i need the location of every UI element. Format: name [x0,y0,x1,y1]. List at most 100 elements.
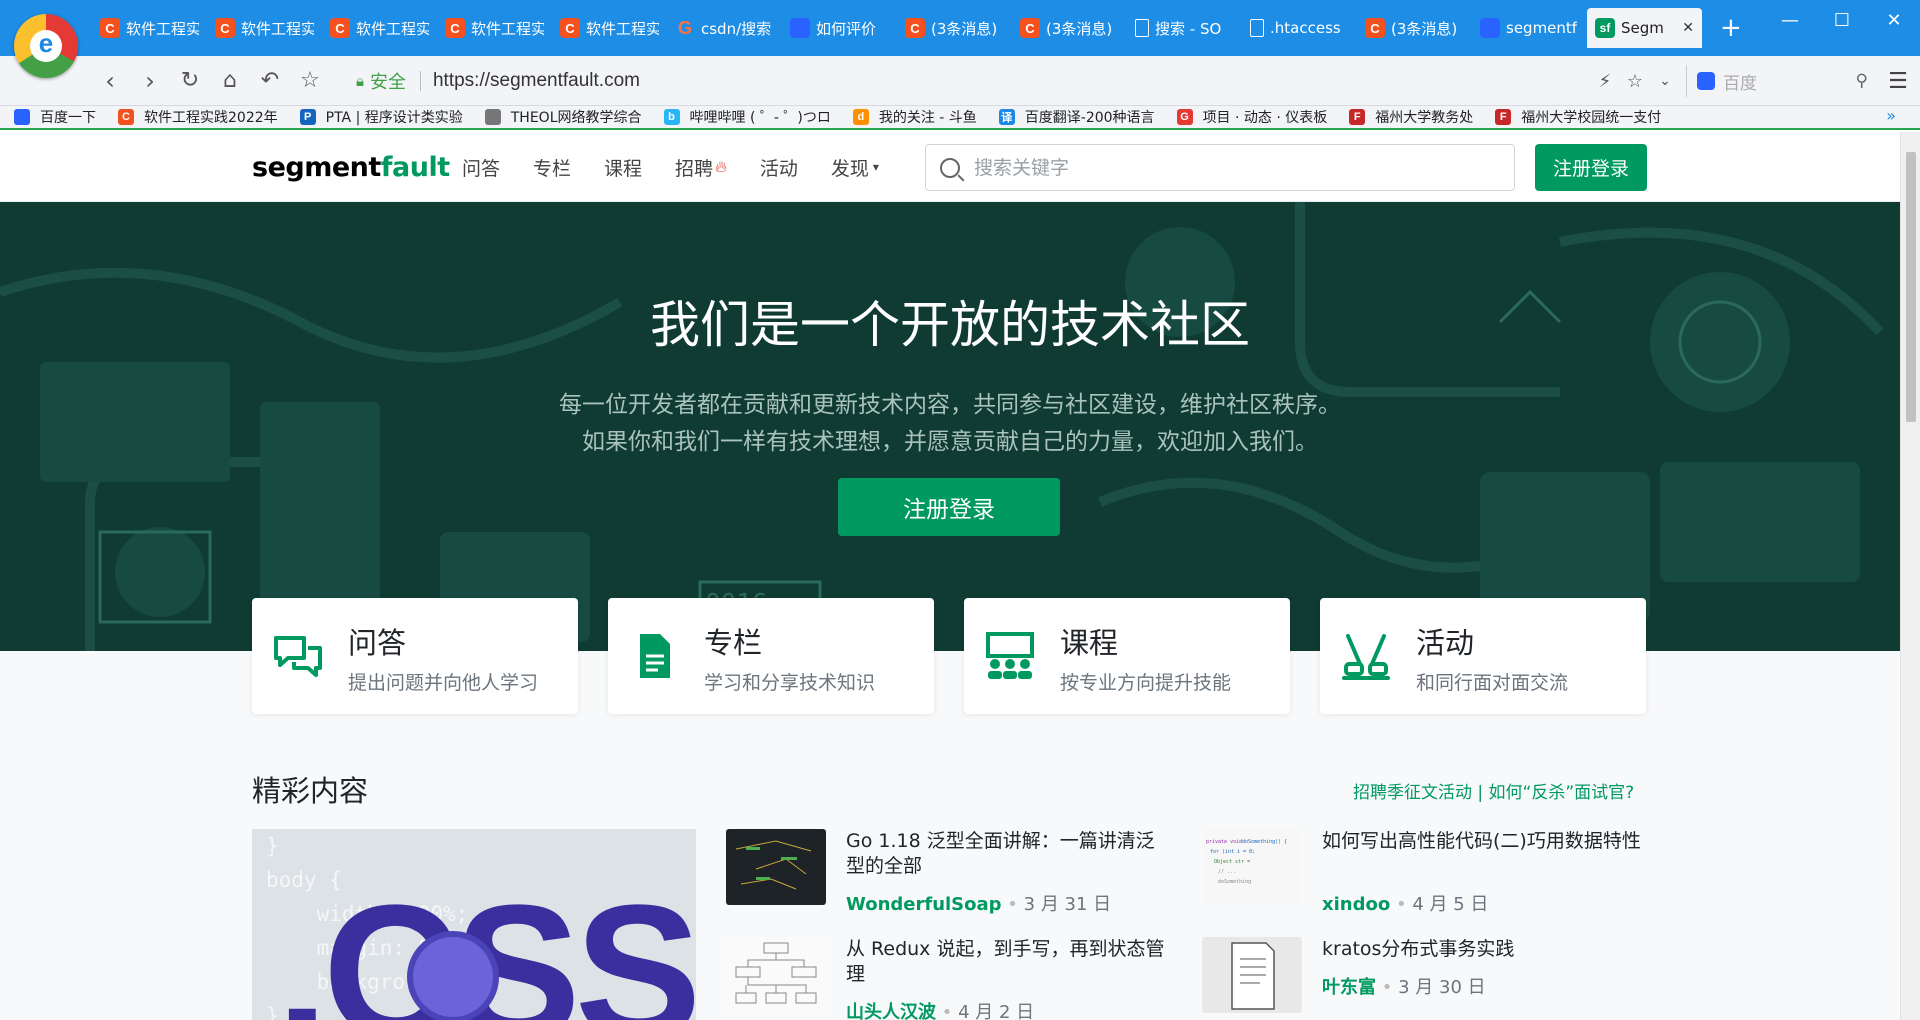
featured-image[interactable]: } body { width: 100%; margin: 0; backgro… [252,829,696,1020]
bookmark-item[interactable]: d 我的关注 - 斗鱼 [852,107,977,127]
bookmark-label: 软件工程实践2022年 [144,110,278,126]
nav-questions[interactable]: 问答 [462,154,500,181]
browser-tab-active[interactable]: sf Segm ✕ [1587,8,1702,48]
svg-text:doSomething() {: doSomething() { [1242,839,1287,845]
bookmark-item[interactable]: G 项目 · 动态 · 仪表板 [1176,107,1327,127]
card-courses[interactable]: 课程 按专业方向提升技能 [964,598,1290,714]
nav-courses[interactable]: 课程 [604,154,642,181]
nav-events[interactable]: 活动 [760,154,798,181]
browser-tab[interactable]: C 软件工程实 [92,8,207,48]
section-title: 精彩内容 [252,774,369,808]
browser-tab[interactable]: C 软件工程实 [552,8,667,48]
hero-register-button[interactable]: 注册登录 [838,478,1060,536]
bookmark-item[interactable]: THEOL网络教学综合 [484,107,642,127]
bookmarks-more-icon[interactable]: » [1886,106,1896,125]
browser-tab[interactable]: C (3条消息) [1012,8,1127,48]
browser-tab[interactable]: C 软件工程实 [322,8,437,48]
bookmark-item[interactable]: b 哔哩哔哩 ( ゜- ゜)つロ [663,107,831,127]
article-title[interactable]: Go 1.18 泛型全面讲解：一篇讲清泛型的全部 [846,829,1171,879]
meta-separator: • [1381,977,1393,998]
scrollbar-thumb[interactable] [1906,152,1916,422]
article-author[interactable]: 山头人汉波 [846,1002,936,1020]
browser-tab[interactable]: Gcsdn/搜索 [667,8,782,48]
article-card[interactable]: Go 1.18 泛型全面讲解：一篇讲清泛型的全部 WonderfulSoap •… [726,829,1176,915]
tab-favicon-icon: C [330,18,350,38]
browser-tab[interactable]: C (3条消息) [897,8,1012,48]
article-card[interactable]: private void doSomething() { for (int i =… [1202,829,1652,915]
card-title: 专栏 [704,626,763,660]
article-title[interactable]: 如何写出高性能代码(二)巧用数据特性 [1322,829,1647,854]
site-logo[interactable]: segmentfault [252,152,450,183]
bookmark-F-icon: F [1349,109,1366,125]
browser-search-input[interactable]: 百度 ⚲ [1686,65,1876,97]
menu-icon[interactable]: ☰ [1876,69,1920,94]
star-icon[interactable]: ☆ [290,61,330,101]
site-search[interactable] [925,144,1515,191]
promo-link[interactable]: 招聘季征文活动 | 如何“反杀”面试官? [1353,778,1634,803]
meta-separator: • [1007,894,1018,915]
close-window-icon[interactable]: ✕ [1868,0,1920,40]
card-columns[interactable]: 专栏 学习和分享技术知识 [608,598,934,714]
site-search-input[interactable] [974,156,1494,179]
article-author[interactable]: 叶东富 [1322,977,1376,998]
forward-icon[interactable]: › [130,61,170,101]
url-divider [419,71,421,91]
nav-discover[interactable]: 发现 ▾ [831,154,879,181]
article-card[interactable]: kratos分布式事务实践 叶东富 • 3 月 30 日 [1202,937,1652,1020]
browser-tab[interactable]: segmentf [1472,8,1587,48]
bookmark-C-icon: C [118,109,134,125]
browser-tab[interactable]: 搜索 - SO [1127,8,1242,48]
tab-title: 软件工程实 [126,19,199,38]
lightning-icon[interactable]: ⚡︎ [1590,71,1620,92]
bookmark-item[interactable]: 译百度翻译-200种语言 [998,107,1155,127]
card-events[interactable]: 活动 和同行面对面交流 [1320,598,1646,714]
bookmark-P-icon: P [299,109,316,125]
reload-icon[interactable]: ↻ [170,61,210,101]
back-icon[interactable]: ‹ [90,61,130,101]
browser-tab[interactable]: C 软件工程实 [207,8,322,48]
cheers-icon [1342,634,1390,680]
nav-jobs[interactable]: 招聘 🔥︎ [675,154,727,181]
home-icon[interactable]: ⌂ [210,61,250,101]
bookmark-item[interactable]: 百度一下 [14,107,96,127]
browser-tab[interactable]: C (3条消息) [1357,8,1472,48]
tab-close-icon[interactable]: ✕ [1682,20,1694,36]
chevron-down-icon[interactable]: ⌄ [1650,73,1680,89]
tab-favicon-icon: C [1020,18,1040,38]
undo-icon[interactable]: ↶ [250,61,290,101]
browser-tab[interactable]: .htaccess [1242,8,1357,48]
register-login-button[interactable]: 注册登录 [1535,144,1647,191]
tab-title: 软件工程实 [586,19,659,38]
new-tab-icon[interactable]: + [1720,8,1742,56]
bookmark-item[interactable]: P PTA | 程序设计类实验 [299,107,463,127]
tab-title: 如何评价 [816,19,877,38]
bookmark-item[interactable]: F 福州大学教务处 [1349,107,1473,127]
browser-tab[interactable]: 如何评价 [782,8,897,48]
bookmark-label: 哔哩哔哩 ( ゜- ゜)つロ [689,110,831,126]
url-text[interactable]: https://segmentfault.com [433,70,640,92]
bookmark-item[interactable]: C 软件工程实践2022年 [118,107,278,127]
article-author[interactable]: xindoo [1322,894,1390,915]
article-title[interactable]: 从 Redux 说起，到手写，再到状态管理 [846,937,1171,987]
chat-bubbles-icon [274,636,322,677]
hero-title: 我们是一个开放的技术社区 [650,296,1250,354]
card-questions[interactable]: 问答 提出问题并向他人学习 [252,598,578,714]
article-author[interactable]: WonderfulSoap [846,894,1002,915]
page-scrollbar[interactable] [1900,132,1920,1020]
article-title[interactable]: kratos分布式事务实践 [1322,937,1647,962]
tab-title: (3条消息) [931,19,998,38]
maximize-icon[interactable]: ☐ [1816,0,1868,40]
favorite-star-icon[interactable]: ☆ [1620,71,1650,92]
bookmark-译-icon: 译 [998,109,1015,125]
bookmark-b-icon: b [663,109,680,125]
tab-strip: C 软件工程实 C 软件工程实 C 软件工程实 C 软件工程实 C 软件工程实 Gcsdn/搜索 如何… [92,8,1742,56]
search-icon[interactable]: ⚲ [1856,71,1868,91]
bookmark-item[interactable]: F 福州大学校园统一支付 [1495,107,1661,127]
article-card[interactable]: 从 Redux 说起，到手写，再到状态管理 山头人汉波 • 4 月 2 日 [726,937,1176,1020]
tab-favicon-icon: sf [1595,18,1615,38]
nav-columns[interactable]: 专栏 [533,154,571,181]
browser-tab[interactable]: C 软件工程实 [437,8,552,48]
minimize-icon[interactable]: — [1764,0,1816,40]
url-bar[interactable]: 🔒︎ 安全 https://segmentfault.com [356,64,1636,98]
bookmark-d-icon: d [852,109,869,125]
